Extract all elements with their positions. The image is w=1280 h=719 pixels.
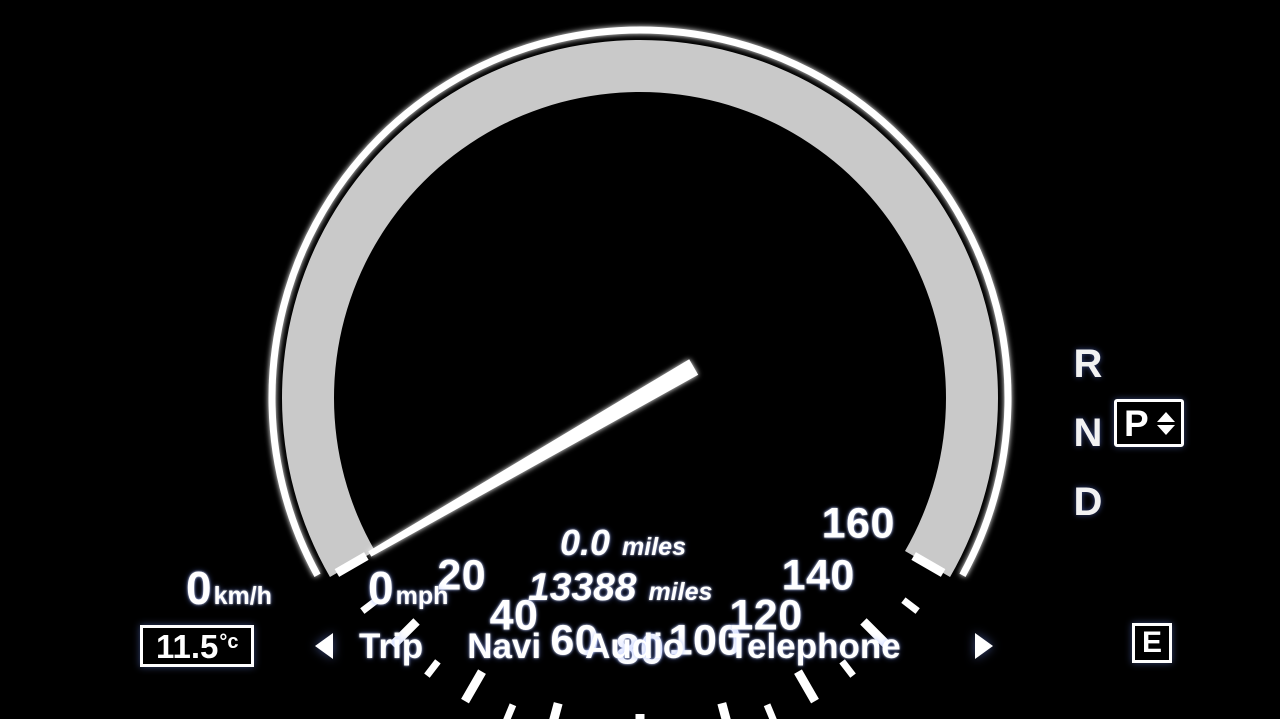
speed-value-mph: 0 (368, 562, 394, 614)
gear-active-indicator: P (1114, 399, 1184, 447)
menu-item-audio[interactable]: Audio (585, 629, 684, 664)
menu-item-navi[interactable]: Navi (467, 629, 541, 664)
dial-tick-major (794, 669, 819, 704)
speed-unit-mph: mph (395, 582, 449, 610)
temperature-unit: °c (219, 631, 239, 653)
dial-tick-major (461, 669, 486, 704)
menu-item-telephone[interactable]: Telephone (728, 629, 900, 664)
instrument-cluster: 20 40 60 80 100 120 140 160 0 km/h 0 mph 0.0 mi… (0, 0, 1280, 719)
dial-tick-minor (503, 703, 517, 719)
gear-letter-d: D (1073, 480, 1103, 524)
odometer-unit: miles (648, 577, 713, 606)
menu-item-trip[interactable]: Trip (359, 629, 423, 664)
dial-band (281, 39, 998, 577)
speed-readout-mph: 0 mph (368, 565, 448, 611)
dial-tick-minor (901, 597, 920, 614)
trip-meter-row: 0.0 miles (560, 522, 712, 563)
speed-readout-kmh: 0 km/h (186, 565, 272, 611)
odometer-row: 13388 miles (528, 565, 713, 609)
trip-unit: miles (622, 533, 686, 561)
gear-active-letter: P (1124, 402, 1149, 444)
gear-letter-n: N (1073, 411, 1103, 455)
gear-shift-arrows-icon (1157, 411, 1175, 435)
dial-outer-rim (268, 26, 1012, 577)
eco-letter: E (1141, 626, 1162, 659)
speed-unit-kmh: km/h (213, 582, 272, 610)
outside-temperature-badge: 11.5 °c (140, 625, 254, 667)
dial-tick-major (334, 552, 369, 577)
gear-letter-r: R (1073, 342, 1103, 386)
menu-next-arrow-icon[interactable] (974, 633, 993, 659)
eco-mode-indicator: E (1132, 623, 1172, 663)
temperature-value: 11.5 (156, 627, 219, 665)
dial-tick-major (549, 702, 563, 719)
dial-tick-major (717, 702, 731, 719)
trip-odometer-block: 0.0 miles 13388 miles (528, 522, 712, 609)
dial-tick-major (911, 552, 946, 577)
dial-tick-label-160: 160 (821, 499, 895, 548)
menu-previous-arrow-icon[interactable] (315, 633, 333, 659)
trip-value: 0.0 (560, 522, 611, 563)
dial-tick-minor (763, 703, 777, 719)
arrow-down-icon (1157, 424, 1175, 435)
bottom-menu-bar: Trip Navi Audio Telephone (315, 622, 993, 670)
dial-tick-label-140: 140 (781, 551, 855, 600)
gear-selector-list: R N D (1068, 330, 1108, 537)
speed-value-kmh: 0 (186, 562, 212, 614)
odometer-value: 13388 (528, 565, 637, 609)
arrow-up-icon (1157, 411, 1175, 422)
